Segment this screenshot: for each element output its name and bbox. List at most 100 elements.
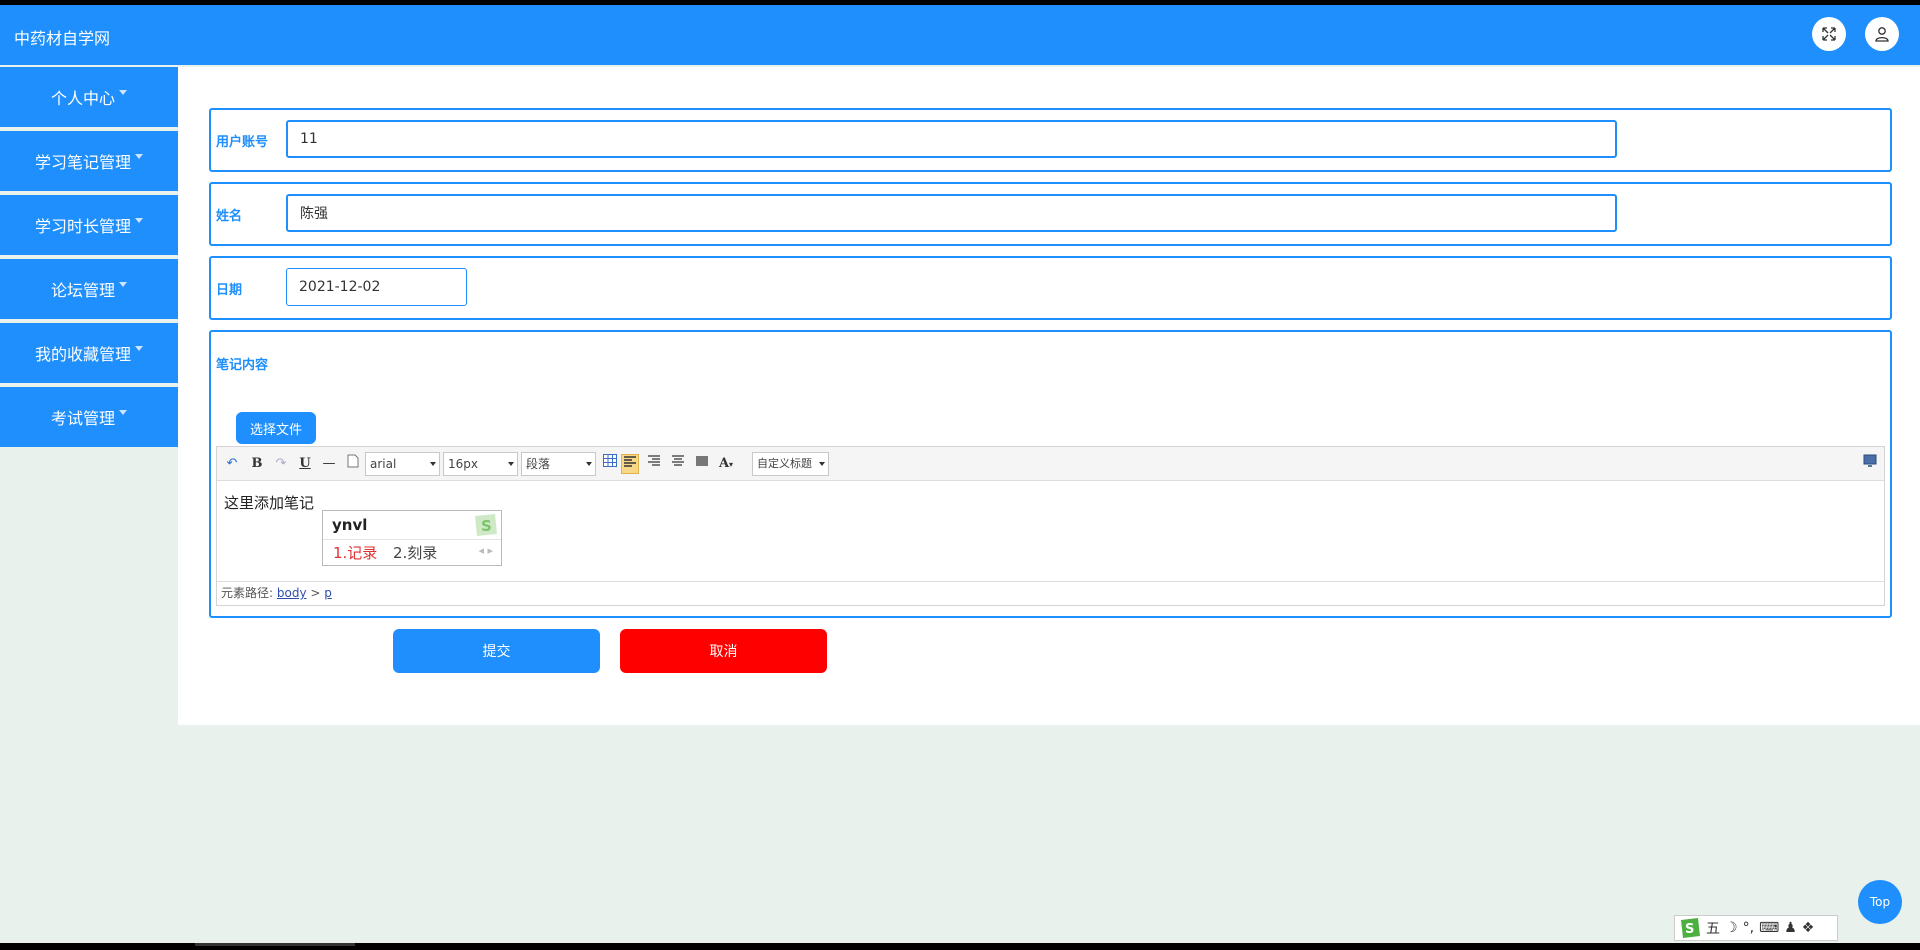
account-row: 用户账号 11 [209, 108, 1892, 172]
custom-title-value: 自定义标题 [757, 457, 812, 470]
sogou-logo-icon: S [471, 512, 499, 542]
element-path-p-link[interactable]: p [324, 586, 332, 600]
sidebar-item-favorites[interactable]: 我的收藏管理 [0, 323, 178, 383]
align-center-icon [672, 455, 684, 466]
ime-status-bar: S 五 ☽ °, ⌨ ♟ ❖ [1674, 915, 1838, 941]
svg-text:S: S [481, 517, 492, 535]
sidebar-item-forum[interactable]: 论坛管理 [0, 259, 178, 319]
main-content: 用户账号 11 姓名 陈强 日期 2021-12-02 笔记内容 选择文件 ↶ … [178, 67, 1920, 725]
table-icon [603, 454, 617, 467]
fullscreen-button[interactable] [1812, 17, 1846, 51]
underline-icon[interactable]: U [296, 454, 314, 474]
element-path-label: 元素路径: [221, 586, 274, 600]
date-input[interactable]: 2021-12-02 [286, 268, 467, 306]
cancel-button[interactable]: 取消 [620, 629, 827, 673]
toolbox-icon[interactable]: ❖ [1802, 920, 1815, 936]
element-path-separator: > [310, 586, 321, 600]
ime-divider [323, 539, 501, 540]
rich-text-editor: ↶ B ↷ U — arial 16px 段落 A▾ 自定义标题 这里添加笔记 … [216, 446, 1885, 606]
submit-button[interactable]: 提交 [393, 629, 600, 673]
bold-icon[interactable]: B [248, 454, 266, 474]
caret-down-icon [119, 409, 127, 415]
sidebar-item-label: 论坛管理 [50, 281, 115, 300]
choose-file-button[interactable]: 选择文件 [236, 412, 316, 444]
sidebar-item-exams[interactable]: 考试管理 [0, 387, 178, 447]
paragraph-select[interactable]: 段落 [521, 452, 596, 476]
font-family-value: arial [370, 457, 397, 471]
caret-down-icon [135, 345, 143, 351]
monitor-icon [1863, 454, 1877, 467]
sidebar-item-label: 学习时长管理 [34, 217, 131, 236]
date-row: 日期 2021-12-02 [209, 256, 1892, 320]
taskbar-strip [195, 943, 355, 946]
font-size-select[interactable]: 16px [443, 452, 518, 476]
chevron-down-icon [586, 462, 592, 466]
sidebar: 个人中心 学习笔记管理 学习时长管理 论坛管理 我的收藏管理 考试管理 [0, 67, 178, 451]
caret-down-icon [119, 281, 127, 287]
account-input[interactable]: 11 [286, 120, 1617, 158]
ime-candidate-1[interactable]: 1.记录 [333, 542, 377, 563]
insert-table-button[interactable] [601, 454, 619, 474]
align-justify-button[interactable] [693, 454, 711, 474]
sidebar-item-personal-center[interactable]: 个人中心 [0, 67, 178, 127]
align-justify-icon [696, 456, 708, 466]
horizontal-rule-icon[interactable]: — [320, 454, 338, 474]
document-icon [347, 454, 359, 468]
name-row: 姓名 陈强 [209, 182, 1892, 246]
element-path-body-link[interactable]: body [277, 586, 307, 600]
element-path-bar: 元素路径: body > p [217, 581, 1884, 605]
moon-icon[interactable]: ☽ [1725, 920, 1738, 936]
editor-content-area[interactable]: 这里添加笔记 ynvl S 1.记录 2.刻录 ◂ ▸ [217, 482, 1884, 580]
note-content-label: 笔记内容 [216, 358, 269, 373]
paragraph-value: 段落 [526, 457, 551, 471]
align-right-button[interactable] [645, 454, 663, 474]
note-content-row: 笔记内容 选择文件 ↶ B ↷ U — arial 16px 段落 A▾ 自定义… [209, 330, 1892, 618]
page: 中药材自学网 个人中心 学习笔记管理 学习时长管理 论坛管理 我的收藏管理 考试… [0, 5, 1920, 943]
punctuation-icon[interactable]: °, [1743, 920, 1754, 936]
chevron-down-icon [819, 462, 825, 466]
align-center-button[interactable] [669, 454, 687, 474]
sidebar-item-study-notes[interactable]: 学习笔记管理 [0, 131, 178, 191]
font-color-icon: A [718, 456, 730, 471]
ime-composition-text: ynvl [332, 516, 368, 534]
site-title: 中药材自学网 [14, 29, 111, 48]
expand-icon [1822, 27, 1836, 41]
font-color-button[interactable]: A▾ [717, 454, 735, 474]
fullscreen-editor-button[interactable] [1861, 454, 1879, 474]
name-input[interactable]: 陈强 [286, 194, 1617, 232]
align-right-icon [648, 455, 660, 466]
user-button[interactable] [1865, 17, 1899, 51]
sidebar-item-label: 考试管理 [50, 409, 115, 428]
name-label: 姓名 [216, 209, 243, 224]
align-left-button[interactable] [621, 454, 639, 474]
font-family-select[interactable]: arial [365, 452, 440, 476]
undo-icon[interactable]: ↶ [223, 454, 241, 474]
caret-down-icon [119, 89, 127, 95]
chevron-down-icon: ▾ [729, 459, 734, 469]
sidebar-item-label: 我的收藏管理 [34, 345, 131, 364]
ime-candidate-window: ynvl S 1.记录 2.刻录 ◂ ▸ [322, 510, 502, 566]
sidebar-item-label: 学习笔记管理 [34, 153, 131, 172]
align-left-icon [624, 456, 636, 467]
account-label: 用户账号 [216, 135, 269, 150]
ime-page-nav[interactable]: ◂ ▸ [478, 544, 493, 557]
sogou-logo-icon[interactable]: S [1679, 917, 1701, 939]
user-figure-icon[interactable]: ♟ [1784, 920, 1797, 936]
page-icon[interactable] [344, 454, 362, 474]
keyboard-icon[interactable]: ⌨ [1759, 920, 1779, 936]
chevron-down-icon [430, 462, 436, 466]
sidebar-item-study-time[interactable]: 学习时长管理 [0, 195, 178, 255]
caret-down-icon [135, 217, 143, 223]
back-to-top-button[interactable]: Top [1858, 880, 1902, 924]
editor-toolbar: ↶ B ↷ U — arial 16px 段落 A▾ 自定义标题 [217, 447, 1884, 481]
caret-down-icon [135, 153, 143, 159]
redo-icon[interactable]: ↷ [272, 454, 290, 474]
ime-mode-wubi[interactable]: 五 [1706, 918, 1720, 938]
custom-title-select[interactable]: 自定义标题 [752, 452, 829, 476]
date-label: 日期 [216, 283, 243, 298]
ime-candidate-2[interactable]: 2.刻录 [393, 542, 437, 563]
user-icon [1875, 27, 1889, 42]
chevron-down-icon [508, 462, 514, 466]
editor-paragraph: 这里添加笔记 [224, 494, 315, 512]
font-size-value: 16px [448, 457, 478, 471]
